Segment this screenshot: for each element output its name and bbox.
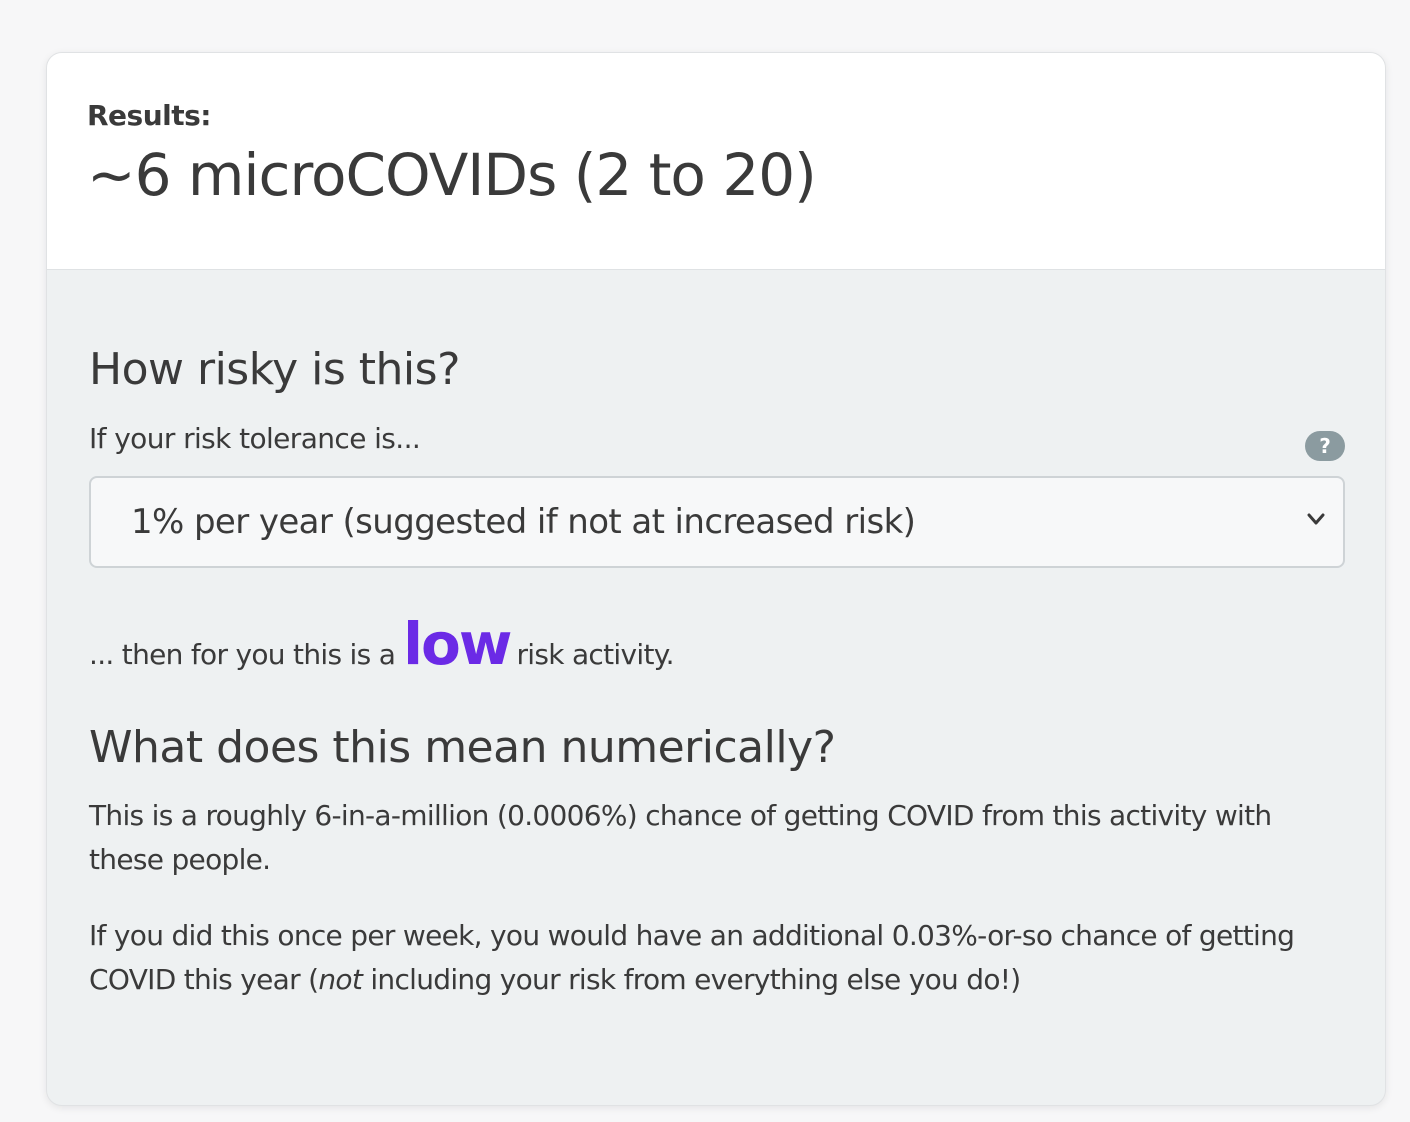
risk-level-prefix: ... then for you this is a [89,638,396,671]
risk-level-value: low [403,610,512,678]
weekly-chance-emphasis: not [318,963,363,996]
results-card: Results: ~6 microCOVIDs (2 to 20) How ri… [46,52,1386,1106]
chance-paragraph: This is a roughly 6-in-a-million (0.0006… [89,799,1272,876]
question-icon[interactable]: ? [1305,431,1345,461]
results-value: ~6 microCOVIDs (2 to 20) [87,141,817,209]
risk-level-sentence: ... then for you this is a low risk acti… [89,610,674,680]
numeric-heading: What does this mean numerically? [89,722,836,773]
results-label: Results: [87,99,212,132]
risk-tolerance-label: If your risk tolerance is... [89,422,421,455]
risk-tolerance-selected-value: 1% per year (suggested if not at increas… [131,502,916,542]
risk-level-suffix: risk activity. [516,638,674,671]
weekly-chance-text-end: including your risk from everything else… [362,963,1021,996]
weekly-chance-paragraph: If you did this once per week, you would… [89,914,1349,1002]
results-header: Results: ~6 microCOVIDs (2 to 20) [47,53,1385,270]
risk-tolerance-select[interactable]: 1% per year (suggested if not at increas… [89,476,1345,568]
chevron-down-icon [1307,513,1325,525]
risk-heading: How risky is this? [89,344,460,395]
